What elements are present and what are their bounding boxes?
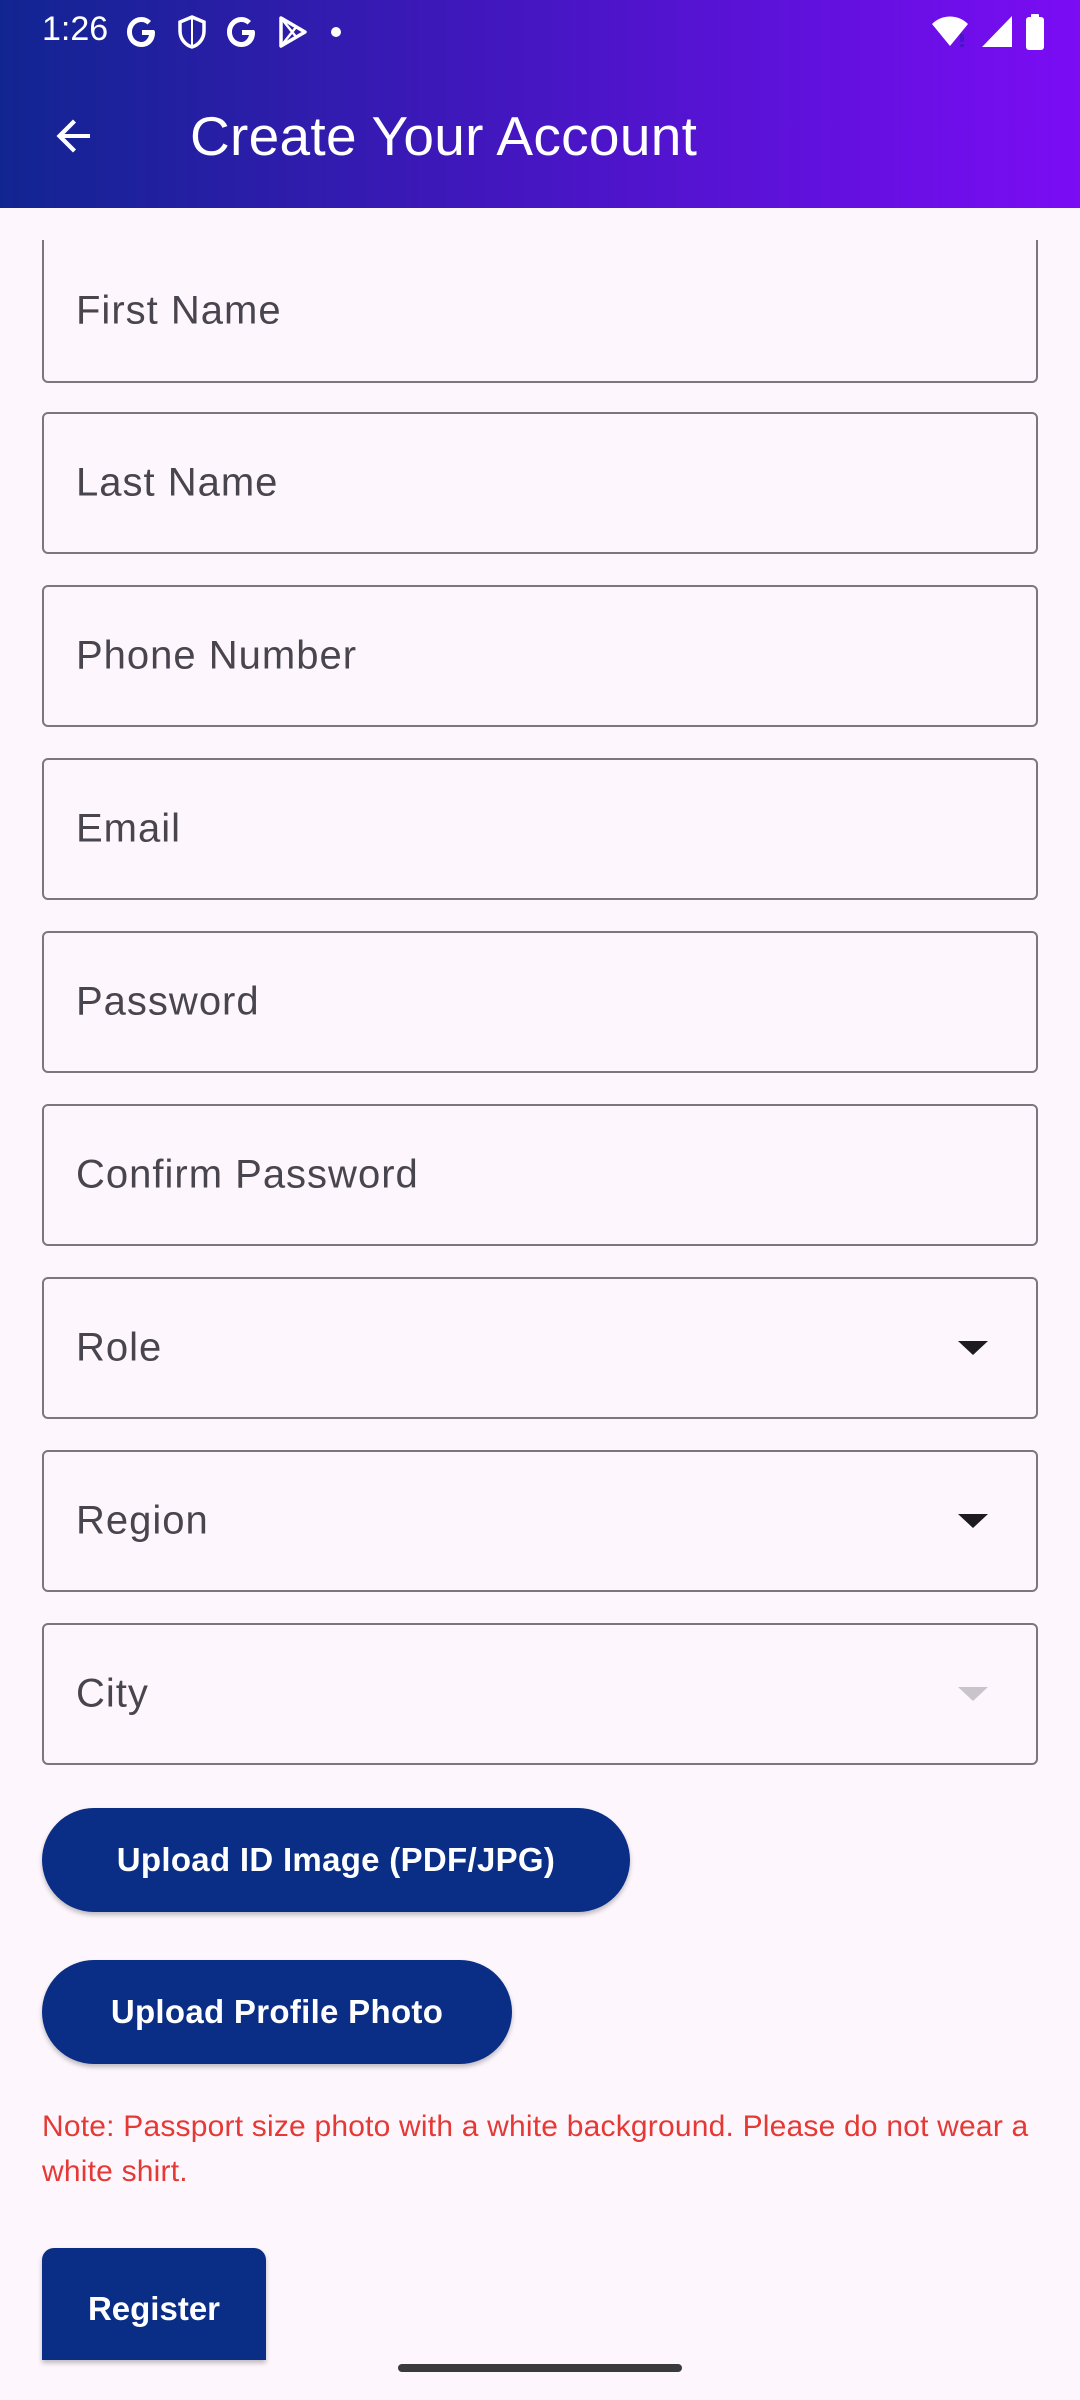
upload-profile-photo-button[interactable]: Upload Profile Photo	[42, 1960, 512, 2064]
role-label: Role	[76, 1325, 163, 1370]
first-name-field[interactable]: First Name	[42, 240, 1038, 383]
upload-id-image-label: Upload ID Image (PDF/JPG)	[116, 1841, 556, 1878]
password-field[interactable]: Password	[42, 931, 1038, 1073]
gesture-navigation-bar[interactable]	[398, 2364, 682, 2372]
first-name-label: First Name	[76, 288, 282, 332]
last-name-field[interactable]: Last Name	[42, 412, 1038, 554]
google-g-icon	[227, 17, 255, 47]
region-label: Region	[76, 1498, 209, 1543]
phone-number-label: Phone Number	[76, 633, 358, 678]
system-status-icons	[930, 12, 1046, 52]
email-field[interactable]: Email	[42, 758, 1038, 900]
register-label: Register	[87, 2290, 221, 2327]
play-icon	[279, 16, 307, 48]
status-bar: 1:26	[0, 0, 1080, 64]
signal-icon	[982, 16, 1012, 47]
last-name-label: Last Name	[76, 460, 279, 505]
dot-icon	[331, 27, 341, 37]
dropdown-arrow-icon	[958, 1514, 988, 1528]
shield-icon	[178, 15, 206, 49]
region-dropdown[interactable]: Region	[42, 1450, 1038, 1592]
page-title: Create Your Account	[190, 105, 698, 167]
city-label: City	[76, 1671, 149, 1716]
register-button[interactable]: Register	[42, 2248, 266, 2360]
upload-profile-photo-label: Upload Profile Photo	[110, 1993, 444, 2030]
dropdown-arrow-icon	[958, 1341, 988, 1355]
app-header: 1:26 Create Your Account	[0, 0, 1080, 208]
email-label: Email	[76, 806, 182, 851]
password-label: Password	[76, 979, 260, 1024]
status-time: 1:26	[42, 10, 109, 48]
upload-id-image-button[interactable]: Upload ID Image (PDF/JPG)	[42, 1808, 630, 1912]
battery-icon	[1026, 14, 1044, 50]
confirm-password-label: Confirm Password	[76, 1152, 419, 1197]
photo-note: Note: Passport size photo with a white b…	[42, 2110, 1029, 2188]
role-dropdown[interactable]: Role	[42, 1277, 1038, 1419]
wifi-icon	[932, 16, 968, 47]
confirm-password-field[interactable]: Confirm Password	[42, 1104, 1038, 1246]
city-dropdown[interactable]: City	[42, 1623, 1038, 1765]
back-button[interactable]	[38, 100, 110, 172]
arrow-back-icon	[56, 119, 90, 153]
dropdown-arrow-icon	[958, 1687, 988, 1701]
google-g-icon	[127, 17, 155, 47]
phone-number-field[interactable]: Phone Number	[42, 585, 1038, 727]
notification-icons	[124, 10, 346, 54]
